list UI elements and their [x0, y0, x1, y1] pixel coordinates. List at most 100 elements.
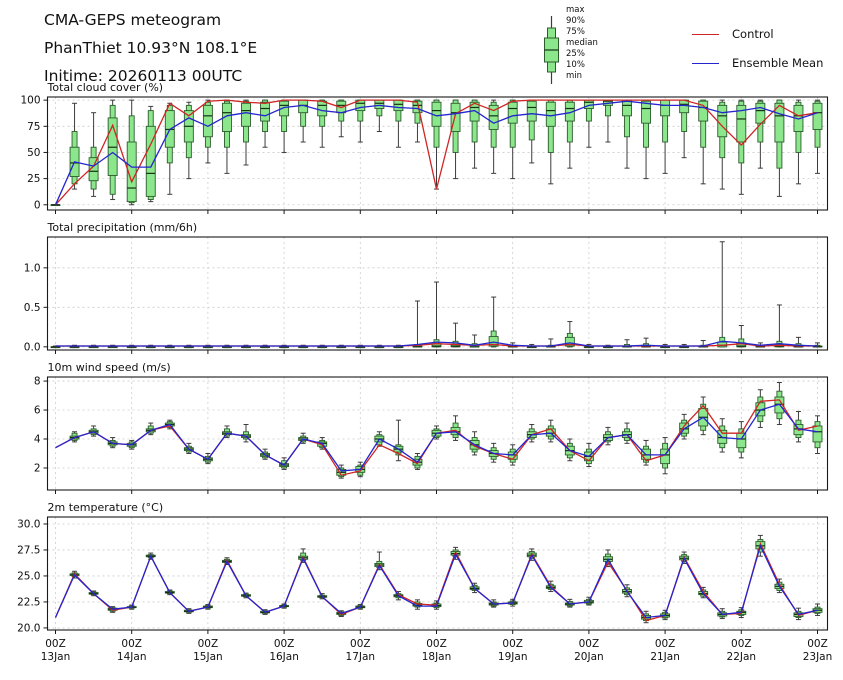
box-glyph: [127, 100, 136, 205]
page-title: CMA-GEPS meteogram PhanThiet 10.93°N 108…: [44, 6, 257, 90]
box-glyph: [108, 100, 117, 199]
x-tick-day-label: 18Jan: [422, 651, 452, 663]
box-glyph: [699, 397, 708, 435]
panel-title: Total precipitation (mm/6h): [47, 221, 198, 234]
y-tick-label: 1.0: [24, 262, 41, 274]
y-tick-label: 2: [34, 462, 41, 474]
box-glyph: [165, 103, 174, 194]
y-tick-label: 100: [20, 95, 40, 107]
box-glyph: [603, 100, 612, 142]
box-glyph: [565, 100, 574, 168]
box-glyph: [318, 100, 327, 147]
x-tick-hour-label: 00Z: [274, 638, 295, 650]
y-tick-label: 30.0: [17, 518, 40, 530]
box-glyph: [737, 100, 746, 194]
y-axis: 20.0 22.5 25.0 27.5 30.0: [17, 518, 47, 634]
legend-label-control: Control: [732, 27, 774, 41]
x-tick-hour-label: 00Z: [45, 638, 66, 650]
box-glyph: [623, 100, 632, 168]
temperature-2m-panel: 20.022.525.027.530.02m temperature (°C): [17, 501, 827, 634]
box-glyph: [775, 305, 784, 347]
box-glyph: [356, 100, 365, 142]
box-glyph: [546, 100, 555, 184]
x-tick-hour-label: 00Z: [502, 638, 523, 650]
x-tick-day-label: 19Jan: [498, 651, 528, 663]
x-axis-ticks: [56, 490, 818, 494]
box-glyph: [299, 549, 308, 563]
y-tick-label: 27.5: [17, 544, 40, 556]
box-glyph: [89, 113, 98, 197]
box-glyph: [261, 100, 270, 147]
x-tick-hour-label: 00Z: [198, 638, 219, 650]
legend-label-p10: 10%: [566, 60, 598, 71]
y-tick-label: 20.0: [17, 622, 40, 634]
box-glyph: [146, 106, 155, 201]
x-tick-day-label: 17Jan: [346, 651, 376, 663]
title-line-inittime: Initime: 20260113 00UTC: [44, 62, 257, 90]
legend-row-control: Control: [692, 26, 823, 42]
legend-label-min: min: [566, 71, 598, 82]
box-glyph: [661, 100, 670, 173]
box-glyph: [222, 426, 231, 438]
x-tick-hour-label: 00Z: [121, 638, 142, 650]
total-cloud-cover-panel: 0255075100Total cloud cover (%): [20, 81, 827, 214]
y-tick-label: 6: [34, 405, 41, 417]
box-glyph: [642, 100, 651, 178]
x-axis-ticks: [56, 350, 818, 354]
ensemble-mean-line-sample: [692, 63, 719, 64]
y-tick-label: 25.0: [17, 570, 40, 582]
boxplot-legend-icon: [538, 6, 566, 90]
box-glyph: [813, 100, 822, 173]
y-tick-label: 0: [34, 199, 41, 211]
box-glyph: [51, 205, 60, 206]
x-tick-day-label: 14Jan: [117, 651, 147, 663]
box-glyph: [756, 100, 765, 168]
wind-speed-10m-panel: 246810m wind speed (m/s): [34, 361, 828, 494]
box-glyph: [89, 426, 98, 436]
y-tick-label: 50: [27, 147, 40, 159]
x-tick-day-label: 20Jan: [574, 651, 604, 663]
grid-lines: [48, 237, 828, 350]
box-glyph: [813, 416, 822, 454]
x-tick-day-label: 15Jan: [193, 651, 223, 663]
y-tick-label: 0.5: [24, 302, 41, 314]
box-glyph: [718, 100, 727, 189]
box-glyph: [70, 103, 79, 189]
axes-frame: [48, 237, 828, 350]
box-glyph: [489, 297, 498, 347]
box-glyph: [794, 100, 803, 184]
y-axis: 2468: [34, 376, 48, 475]
x-axis-ticks: [56, 210, 818, 214]
box-glyph: [432, 282, 441, 347]
box-glyph: [813, 604, 822, 615]
total-precipitation-panel: 0.00.51.0Total precipitation (mm/6h): [24, 221, 828, 354]
box-glyph: [699, 100, 708, 184]
y-axis: 0.00.51.0: [24, 262, 48, 353]
y-tick-label: 75: [27, 121, 40, 133]
y-tick-label: 25: [27, 173, 40, 185]
title-line-location: PhanThiet 10.93°N 108.1°E: [44, 34, 257, 62]
x-tick-day-label: 22Jan: [727, 651, 757, 663]
x-tick-hour-label: 00Z: [579, 638, 600, 650]
y-tick-label: 22.5: [17, 596, 40, 608]
line-legend: Control Ensemble Mean: [692, 26, 823, 84]
x-tick-hour-label: 00Z: [655, 638, 676, 650]
x-tick-day-label: 23Jan: [803, 651, 833, 663]
box-glyph: [299, 433, 308, 443]
box-glyph: [680, 100, 689, 158]
box-glyph: [718, 419, 727, 452]
meteogram-charts: 0255075100Total cloud cover (%)0.00.51.0…: [0, 0, 843, 680]
legend-label-p25: 25%: [566, 49, 598, 60]
panel-title: 10m wind speed (m/s): [48, 361, 171, 374]
axes-frame: [48, 517, 828, 630]
legend-label-ensemble-mean: Ensemble Mean: [732, 56, 823, 70]
box-glyph: [775, 383, 784, 425]
title-line-product: CMA-GEPS meteogram: [44, 6, 257, 34]
grid-lines: [48, 517, 828, 630]
box-glyph: [794, 411, 803, 441]
box-glyph: [413, 301, 422, 347]
legend-label-median: median: [566, 38, 598, 49]
box-glyph: [413, 100, 422, 142]
y-axis: 0 25 50 75 100: [20, 95, 47, 212]
box-glyph: [508, 100, 517, 178]
